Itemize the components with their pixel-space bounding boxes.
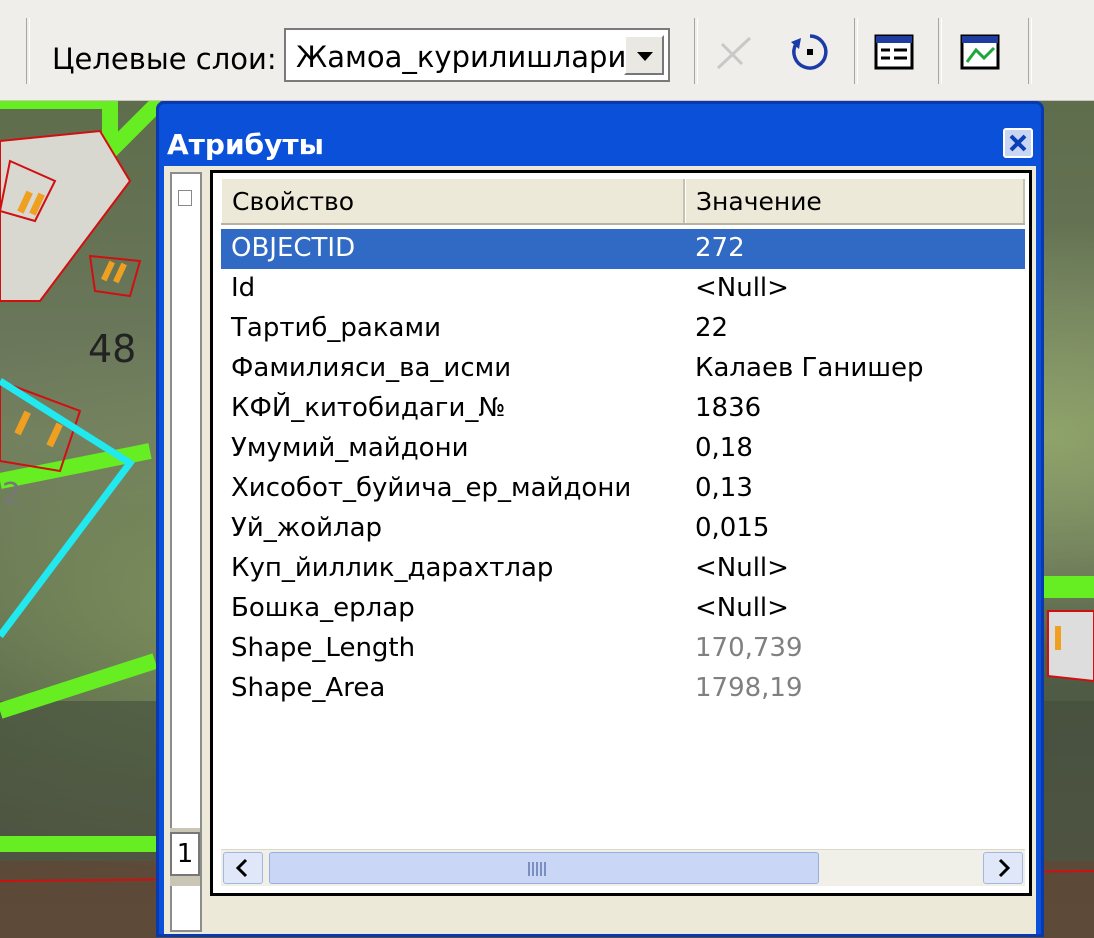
scroll-right-icon[interactable] <box>983 852 1023 884</box>
property-name-cell: Хисобот_буйича_ер_майдони <box>231 473 632 503</box>
table-row[interactable]: Фамилияси_ва_исми Калаев Ганишер <box>221 349 1025 389</box>
target-layer-value: Жамоа_курилишлари <box>296 40 627 74</box>
target-layers-label: Целевые слои: <box>52 42 277 76</box>
property-name-cell: Тартиб_раками <box>231 313 441 343</box>
property-value-cell[interactable]: 170,739 <box>695 633 803 663</box>
property-value-cell[interactable]: 0,18 <box>695 433 753 463</box>
parcel-label: 2 <box>2 477 22 512</box>
parcel-label: 48 <box>88 327 137 371</box>
toolbar: Целевые слои: Жамоа_курилишлари <box>0 0 1094 101</box>
table-row[interactable]: OBJECTID 272 <box>221 229 1025 269</box>
property-name-cell: Shape_Length <box>231 633 416 663</box>
property-name-cell: Уй_жойлар <box>231 513 383 543</box>
page-indicator: 1 <box>170 832 200 876</box>
table-row[interactable]: Shape_Length 170,739 <box>221 629 1025 669</box>
table-row[interactable]: Id <Null> <box>221 269 1025 309</box>
grid-header: Свойство Значение <box>221 179 1025 225</box>
close-icon[interactable] <box>1003 128 1033 158</box>
property-name-cell: Куп_йиллик_дарахтлар <box>231 553 554 583</box>
toolbar-separator <box>694 18 698 84</box>
scrollbar-thumb[interactable] <box>269 852 819 884</box>
property-value-cell[interactable]: Калаев Ганишер <box>695 353 924 383</box>
table-row[interactable]: КФЙ_китобидаги_№ 1836 <box>221 389 1025 429</box>
property-name-cell: Умумий_майдони <box>231 433 469 463</box>
property-name-cell: Id <box>231 273 256 303</box>
toolbar-separator <box>854 18 858 84</box>
scroll-left-icon[interactable] <box>223 852 263 884</box>
property-value-cell[interactable]: 272 <box>695 233 745 263</box>
tree-expand-icon[interactable] <box>178 190 192 206</box>
attribute-grid[interactable]: Свойство Значение OBJECTID 272 Id <Null> Тар… <box>210 170 1032 896</box>
property-name-cell: Фамилияси_ва_исми <box>231 353 512 383</box>
horizontal-scrollbar[interactable] <box>221 849 1025 886</box>
window-title: Атрибуты <box>167 128 324 161</box>
table-row[interactable]: Shape_Area 1798,19 <box>221 669 1025 709</box>
property-name-cell: КФЙ_китобидаги_№ <box>231 393 506 423</box>
property-value-cell[interactable]: 22 <box>695 313 728 343</box>
toolbar-separator <box>26 18 30 84</box>
property-value-cell[interactable]: 0,015 <box>695 513 769 543</box>
edit-sketch-icon[interactable] <box>712 30 756 74</box>
property-value-cell[interactable]: <Null> <box>695 593 789 623</box>
table-row[interactable]: Тартиб_раками 22 <box>221 309 1025 349</box>
target-layer-dropdown[interactable]: Жамоа_курилишлари <box>284 28 670 82</box>
column-header-property[interactable]: Свойство <box>221 179 685 223</box>
dropdown-arrow-icon[interactable] <box>624 35 664 75</box>
property-name-cell: OBJECTID <box>231 233 356 263</box>
attributes-table-icon[interactable] <box>872 30 916 74</box>
table-row[interactable]: Куп_йиллик_дарахтлар <Null> <box>221 549 1025 589</box>
attributes-window[interactable]: Атрибуты 1 Свойство Значение OBJECTID 272… <box>156 101 1044 937</box>
toolbar-separator <box>938 18 942 84</box>
property-value-cell[interactable]: 1798,19 <box>695 673 803 703</box>
property-value-cell[interactable]: 1836 <box>695 393 761 423</box>
sketch-properties-icon[interactable] <box>958 30 1002 74</box>
property-value-cell[interactable]: <Null> <box>695 553 789 583</box>
property-value-cell[interactable]: 0,13 <box>695 473 753 503</box>
table-row[interactable]: Уй_жойлар 0,015 <box>221 509 1025 549</box>
window-body: 1 Свойство Значение OBJECTID 272 Id <Null> Т… <box>164 166 1036 934</box>
table-row[interactable]: Умумий_майдони 0,18 <box>221 429 1025 469</box>
property-name-cell: Shape_Area <box>231 673 386 703</box>
table-row[interactable]: Хисобот_буйича_ер_майдони 0,13 <box>221 469 1025 509</box>
table-row[interactable]: Бошка_ерлар <Null> <box>221 589 1025 629</box>
feature-tree-pane[interactable] <box>170 172 202 932</box>
property-name-cell: Бошка_ерлар <box>231 593 415 623</box>
attribute-rows: OBJECTID 272 Id <Null> Тартиб_раками 22 Фамили… <box>221 229 1025 709</box>
toolbar-separator <box>1028 18 1032 84</box>
rotate-icon[interactable] <box>788 30 832 74</box>
column-header-value[interactable]: Значение <box>685 179 1025 223</box>
property-value-cell[interactable]: <Null> <box>695 273 789 303</box>
